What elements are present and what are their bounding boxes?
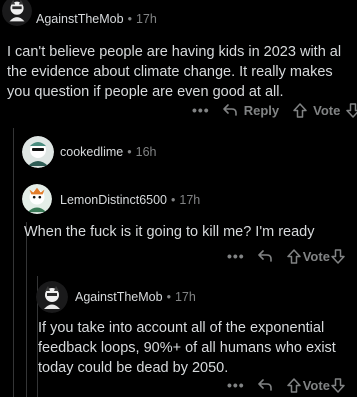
meta-separator: • bbox=[171, 193, 176, 207]
comment-meta: cookedlime • 16h bbox=[60, 145, 156, 159]
comment-body: When the fuck is it going to kill me? I'… bbox=[24, 222, 314, 242]
reply-arrow-icon[interactable] bbox=[222, 103, 238, 117]
username-link[interactable]: AgainstTheMob bbox=[75, 290, 163, 304]
username-link[interactable]: AgainstTheMob bbox=[36, 12, 124, 26]
avatar[interactable] bbox=[22, 184, 52, 214]
comment-meta: AgainstTheMob • 17h bbox=[75, 290, 196, 304]
comment-actions: ••• Vote bbox=[227, 248, 345, 264]
avatar[interactable] bbox=[36, 281, 68, 313]
user-avatar-icon bbox=[22, 184, 52, 214]
comment-body-line: you question if people are even good at … bbox=[7, 84, 284, 100]
comment-age: 17h bbox=[174, 290, 196, 304]
reply-arrow-icon[interactable] bbox=[257, 249, 273, 263]
user-avatar-icon bbox=[22, 136, 54, 168]
username-link[interactable]: cookedlime bbox=[60, 145, 123, 159]
comment-age: 17h bbox=[135, 12, 157, 26]
thread-line-level-1[interactable] bbox=[13, 128, 14, 397]
comment-body-line: I can't believe people are having kids i… bbox=[7, 44, 342, 60]
comment-meta: LemonDistinct6500 • 17h bbox=[60, 193, 200, 207]
vote-label: Vote bbox=[313, 102, 341, 118]
upvote-arrow-icon[interactable] bbox=[293, 102, 307, 118]
username-link[interactable]: LemonDistinct6500 bbox=[60, 193, 167, 207]
comment-meta: AgainstTheMob • 17h bbox=[36, 12, 157, 26]
avatar[interactable] bbox=[22, 136, 54, 168]
vote-label: Vote bbox=[302, 377, 330, 393]
downvote-arrow-icon[interactable] bbox=[331, 248, 345, 264]
user-avatar-icon bbox=[36, 281, 68, 313]
comment-body-line: today could be dead by 2050. bbox=[38, 360, 229, 376]
thread-line-level-2[interactable] bbox=[26, 222, 27, 397]
meta-separator: • bbox=[127, 12, 132, 26]
meta-separator: • bbox=[127, 145, 132, 159]
comment-actions: ••• Vote bbox=[227, 377, 345, 393]
comment-age: 16h bbox=[135, 145, 157, 159]
avatar[interactable] bbox=[2, 0, 32, 26]
meta-separator: • bbox=[166, 290, 171, 304]
upvote-arrow-icon[interactable] bbox=[286, 377, 301, 393]
comment-actions: ••• Reply Vote bbox=[192, 102, 357, 118]
comment-body-line: feedback loops, 90%+ of all humans who e… bbox=[38, 340, 336, 356]
more-options-button[interactable]: ••• bbox=[192, 102, 210, 118]
downvote-arrow-icon[interactable] bbox=[331, 377, 345, 393]
reply-arrow-icon[interactable] bbox=[257, 378, 273, 392]
more-options-button[interactable]: ••• bbox=[227, 248, 245, 264]
comment-age: 17h bbox=[179, 193, 201, 207]
reply-button[interactable]: Reply bbox=[244, 103, 279, 118]
comment-body-line: When the fuck is it going to kill me? I'… bbox=[24, 224, 315, 240]
upvote-arrow-icon[interactable] bbox=[286, 248, 301, 264]
user-avatar-icon bbox=[2, 0, 32, 26]
comment-body: I can't believe people are having kids i… bbox=[7, 42, 341, 102]
comment-body: If you take into account all of the expo… bbox=[38, 318, 336, 378]
comment-body-line: If you take into account all of the expo… bbox=[38, 320, 325, 336]
vote-label: Vote bbox=[302, 248, 330, 264]
downvote-arrow-icon[interactable] bbox=[346, 102, 357, 118]
comment-body-line: the evidence about climate change. It re… bbox=[7, 64, 333, 80]
more-options-button[interactable]: ••• bbox=[227, 377, 245, 393]
